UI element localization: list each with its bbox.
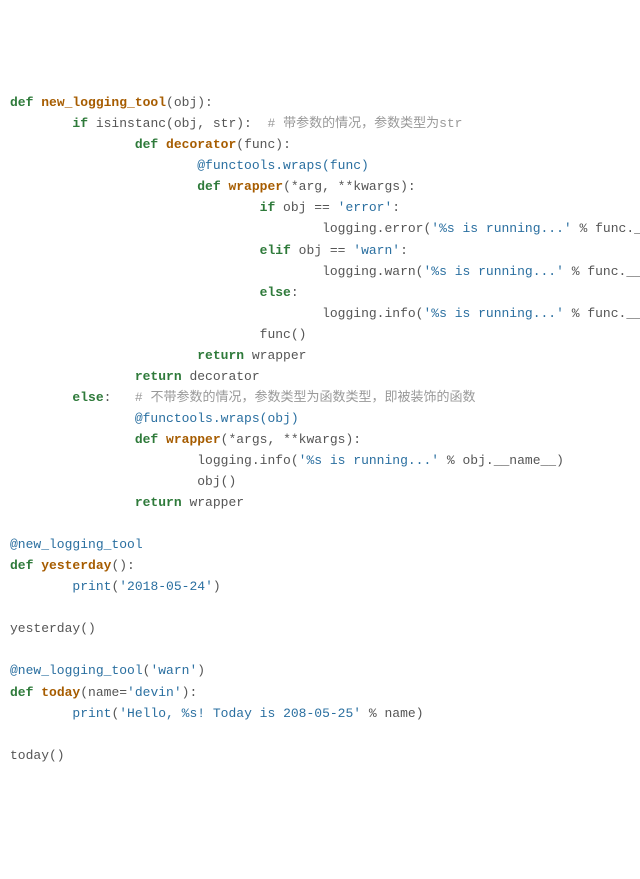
string-literal: '%s is running...' [299, 453, 439, 468]
builtin-print: print [72, 706, 111, 721]
decorator: @functools.wraps(func) [197, 158, 369, 173]
decorator: @functools.wraps(obj) [135, 411, 299, 426]
code-text: : [400, 243, 408, 258]
code-text: ( [111, 706, 119, 721]
keyword-def: def [10, 558, 33, 573]
code-text: decorator [182, 369, 260, 384]
code-text: (func): [236, 137, 291, 152]
code-text: today() [10, 748, 65, 763]
code-text: % func.__name__) [564, 306, 640, 321]
code-text: logging.info( [197, 453, 298, 468]
code-text: ) [213, 579, 221, 594]
keyword-def: def [135, 137, 158, 152]
keyword-elif: elif [260, 243, 291, 258]
code-text: wrapper [244, 348, 306, 363]
builtin-print: print [72, 579, 111, 594]
string-literal: '%s is running...' [423, 264, 563, 279]
keyword-def: def [10, 95, 33, 110]
code-text: isinstanc(obj, str): [88, 116, 267, 131]
code-text: ) [197, 663, 205, 678]
keyword-return: return [135, 369, 182, 384]
code-text: obj() [197, 474, 236, 489]
code-text: : [291, 285, 299, 300]
code-text: (): [111, 558, 134, 573]
code-text: (name= [80, 685, 127, 700]
keyword-else: else [260, 285, 291, 300]
keyword-if: if [72, 116, 88, 131]
code-text: yesterday() [10, 621, 96, 636]
func-name: wrapper [166, 432, 221, 447]
keyword-def: def [10, 685, 33, 700]
comment: # 不带参数的情况，参数类型为函数类型，即被装饰的函数 [135, 390, 476, 405]
code-text: wrapper [182, 495, 244, 510]
string-literal: '%s is running...' [431, 221, 571, 236]
code-text: logging.info( [322, 306, 423, 321]
code-text: % func.__name__) [564, 264, 640, 279]
keyword-if: if [260, 200, 276, 215]
code-text: (obj): [166, 95, 213, 110]
func-name: today [41, 685, 80, 700]
code-text: % func.__name__ [572, 221, 640, 236]
decorator: @new_logging_tool [10, 663, 143, 678]
string-literal: 'error' [338, 200, 393, 215]
keyword-def: def [135, 432, 158, 447]
code-text: (*arg, **kwargs): [283, 179, 416, 194]
func-name: decorator [166, 137, 236, 152]
string-literal: 'devin' [127, 685, 182, 700]
code-text: ( [143, 663, 151, 678]
code-text: obj == [275, 200, 337, 215]
code-text: : [392, 200, 400, 215]
comment: # 带参数的情况，参数类型为str [267, 116, 462, 131]
keyword-else: else [72, 390, 103, 405]
string-literal: '2018-05-24' [119, 579, 213, 594]
string-literal: 'Hello, %s! Today is 208-05-25' [119, 706, 361, 721]
code-text: % obj.__name__) [439, 453, 564, 468]
code-text: logging.warn( [322, 264, 423, 279]
code-text: func() [260, 327, 307, 342]
func-name: wrapper [228, 179, 283, 194]
keyword-return: return [197, 348, 244, 363]
code-text: (*args, **kwargs): [221, 432, 361, 447]
code-text: logging.error( [322, 221, 431, 236]
code-text: : [104, 390, 135, 405]
code-text: obj == [291, 243, 353, 258]
func-name: yesterday [41, 558, 111, 573]
string-literal: '%s is running...' [423, 306, 563, 321]
string-literal: 'warn' [353, 243, 400, 258]
keyword-return: return [135, 495, 182, 510]
code-text: ): [182, 685, 198, 700]
func-name: new_logging_tool [41, 95, 166, 110]
code-block: def new_logging_tool(obj): if isinstanc(… [10, 92, 630, 766]
code-text: % name) [361, 706, 423, 721]
string-literal: 'warn' [150, 663, 197, 678]
keyword-def: def [197, 179, 220, 194]
decorator: @new_logging_tool [10, 537, 143, 552]
